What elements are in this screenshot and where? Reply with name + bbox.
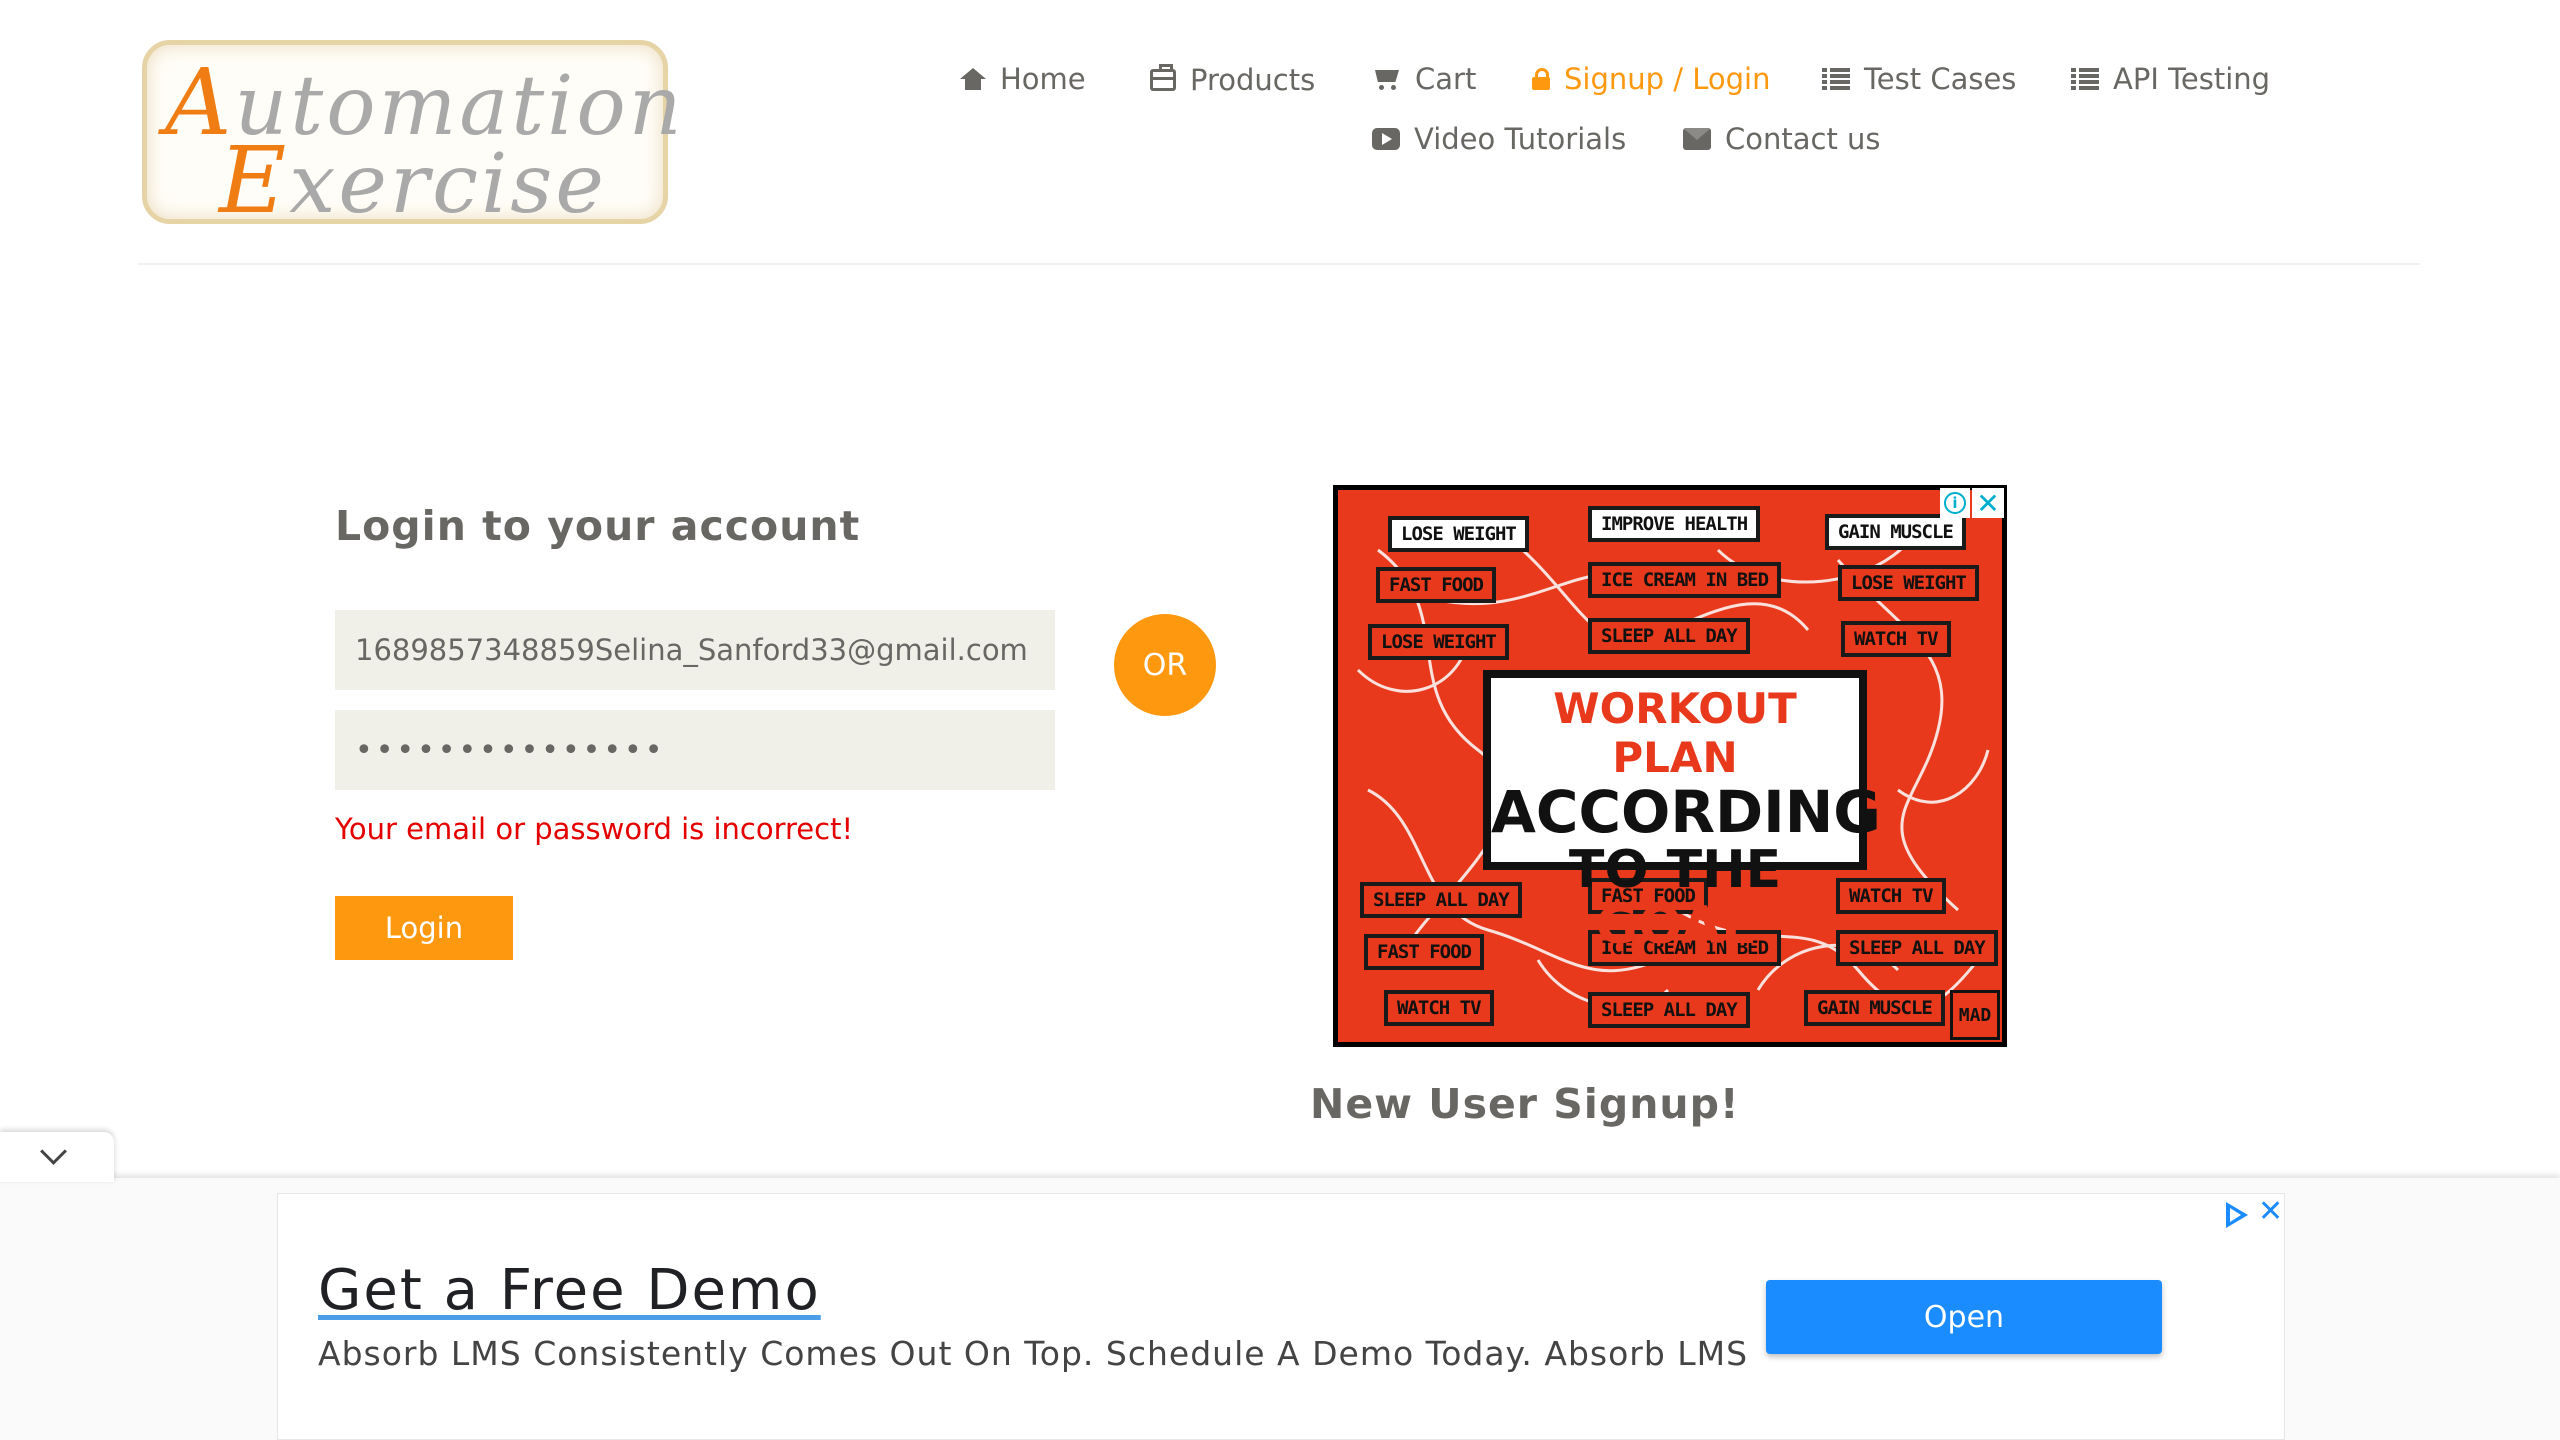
nav-video-tutorials-label: Video Tutorials (1414, 122, 1627, 156)
nav-cart[interactable]: Cart (1373, 62, 1476, 96)
site-logo[interactable]: Automation Exercise (142, 40, 682, 234)
nav-cart-label: Cart (1415, 62, 1477, 96)
nav-api-testing[interactable]: API Testing (2071, 62, 2270, 96)
ad-tag: WATCH TV (1384, 990, 1494, 1026)
nav-contact-us[interactable]: Contact us (1683, 122, 1881, 156)
nav-video-tutorials[interactable]: Video Tutorials (1372, 122, 1626, 156)
ad-tag: GAIN MUSCLE (1825, 514, 1966, 550)
ad-tag: ICE CREAM IN BED (1588, 562, 1782, 598)
ad-headline-line1: WORKOUT PLAN (1553, 684, 1797, 782)
nav-api-testing-label: API Testing (2113, 62, 2271, 96)
nav-test-cases[interactable]: Test Cases (1822, 62, 2016, 96)
ad-tag: WATCH TV (1841, 621, 1951, 657)
bottom-banner-ad[interactable]: Get a Free Demo Absorb LMS Consistently … (277, 1193, 2285, 1440)
nav-contact-us-label: Contact us (1725, 122, 1881, 156)
youtube-play-icon (1372, 128, 1400, 150)
ad-tag: GAIN MUSCLE (1804, 990, 1945, 1026)
ad-tag: SLEEP ALL DAY (1588, 992, 1750, 1028)
ad-tag: SLEEP ALL DAY (1588, 618, 1750, 654)
lock-icon (1532, 68, 1550, 90)
nav-home-label: Home (1000, 62, 1086, 96)
ad-headline-line3: TO THE GOAL (1568, 840, 1782, 956)
bottom-ad-open-button[interactable]: Open (1766, 1280, 2162, 1354)
bottom-ad-title[interactable]: Get a Free Demo (318, 1258, 821, 1323)
ad-tag: FAST FOOD (1364, 934, 1484, 970)
login-email-input[interactable] (335, 610, 1055, 690)
ad-tag: LOSE WEIGHT (1368, 624, 1509, 660)
cart-icon (1373, 67, 1401, 91)
bottom-ad-description: Absorb LMS Consistently Comes Out On Top… (318, 1334, 1749, 1373)
or-divider-badge: OR (1114, 614, 1216, 716)
ad-tag: IMPROVE HEALTH (1588, 506, 1761, 542)
ad-tag: LOSE WEIGHT (1388, 516, 1529, 552)
ad-brand-mark: MAD (1950, 990, 2000, 1040)
login-form-title: Login to your account (335, 502, 861, 550)
nav-test-cases-label: Test Cases (1864, 62, 2017, 96)
collapse-ad-chevron-icon[interactable] (0, 1132, 114, 1182)
ad-headline-line2: ACCORDING (1491, 778, 1881, 846)
logo-line-exercise: Exercise (219, 127, 607, 234)
nav-signup-login[interactable]: Signup / Login (1532, 62, 1770, 96)
login-button[interactable]: Login (335, 896, 513, 960)
nav-products[interactable]: Products (1150, 63, 1315, 97)
ad-tag: LOSE WEIGHT (1838, 565, 1979, 601)
ad-tag: SLEEP ALL DAY (1836, 930, 1998, 966)
bottom-ad-close-icon[interactable]: ✕ (2258, 1194, 2283, 1229)
adchoices-info-icon[interactable]: i (1940, 488, 1970, 518)
nav-products-label: Products (1190, 63, 1316, 97)
adchoices-play-icon[interactable] (2226, 1202, 2248, 1228)
nav-signup-login-label: Signup / Login (1564, 62, 1771, 96)
list-icon (1822, 68, 1850, 90)
login-password-input[interactable] (335, 710, 1055, 790)
briefcase-icon (1150, 64, 1176, 91)
signup-form-title: New User Signup! (1310, 1080, 1740, 1128)
header-divider (138, 263, 2420, 265)
home-icon (960, 68, 986, 90)
workout-plan-ad[interactable]: LOSE WEIGHT IMPROVE HEALTH GAIN MUSCLE F… (1333, 485, 2007, 1047)
envelope-icon (1683, 128, 1711, 150)
list-icon (2071, 68, 2099, 90)
ad-tag: FAST FOOD (1376, 567, 1496, 603)
ad-headline-box: WORKOUT PLAN ACCORDING TO THE GOAL (1483, 670, 1881, 954)
ad-close-icon[interactable]: ✕ (1972, 487, 2004, 520)
login-error-message: Your email or password is incorrect! (335, 812, 854, 846)
nav-home[interactable]: Home (960, 62, 1086, 96)
